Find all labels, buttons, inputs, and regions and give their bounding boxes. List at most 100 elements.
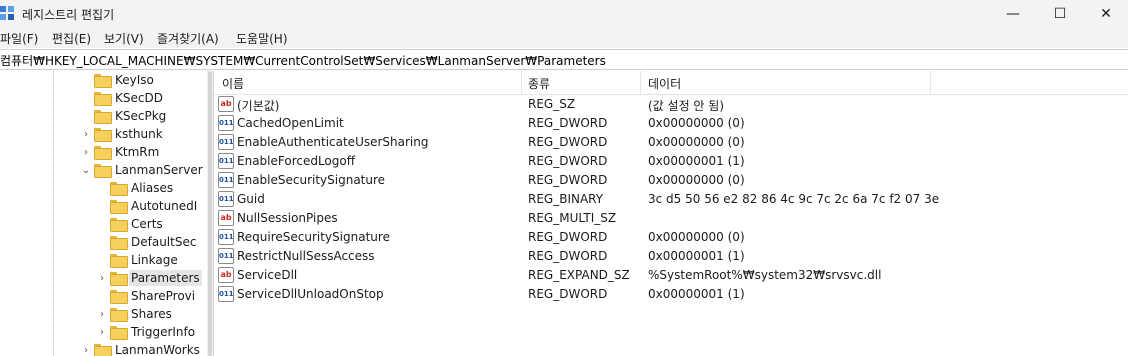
registry-editor-app-icon bbox=[0, 6, 14, 20]
value-data: 0x00000000 (0) bbox=[648, 116, 745, 130]
value-row[interactable]: ab ServiceDll REG_EXPAND_SZ %SystemRoot%₩sy… bbox=[214, 266, 1128, 285]
tree-item-label[interactable]: ksthunk bbox=[113, 126, 165, 142]
tree-item-label[interactable]: Linkage bbox=[129, 252, 180, 268]
tree-item-label[interactable]: ShareProvi bbox=[129, 288, 197, 304]
list-header: 이름 종류 데이터 bbox=[214, 71, 1128, 95]
folder-icon bbox=[110, 308, 128, 322]
binary-value-icon: 011 bbox=[218, 115, 234, 131]
column-separator[interactable] bbox=[640, 71, 641, 95]
value-type: REG_DWORD bbox=[528, 116, 608, 130]
binary-value-icon: 011 bbox=[218, 191, 234, 207]
tree-item-label[interactable]: LanmanServer bbox=[113, 162, 205, 178]
tree-item[interactable]: › ksthunk bbox=[0, 125, 207, 143]
expand-arrow-icon[interactable]: › bbox=[80, 127, 92, 141]
menu-file[interactable]: 파일(F) bbox=[0, 30, 38, 47]
tree-item-label[interactable]: Certs bbox=[129, 216, 165, 232]
tree-item[interactable]: Aliases bbox=[0, 179, 207, 197]
address-path[interactable]: 컴퓨터₩HKEY_LOCAL_MACHINE₩SYSTEM₩CurrentCon… bbox=[0, 52, 606, 69]
value-row[interactable]: 011 ServiceDllUnloadOnStop REG_DWORD 0x0000… bbox=[214, 285, 1128, 304]
values-list[interactable]: 이름 종류 데이터 ab (기본값) REG_SZ (값 설정 안 됨) 011 Cach… bbox=[214, 71, 1128, 356]
tree-item[interactable]: KeyIso bbox=[0, 71, 207, 89]
tree-item[interactable]: KSecPkg bbox=[0, 107, 207, 125]
value-name: ServiceDll bbox=[237, 268, 298, 282]
tree-item-label[interactable]: TriggerInfo bbox=[129, 324, 197, 340]
value-row[interactable]: 011 Guid REG_BINARY 3c d5 50 56 e2 82 86 4c… bbox=[214, 190, 1128, 209]
tree-item-label[interactable]: KSecDD bbox=[113, 90, 165, 106]
column-separator[interactable] bbox=[930, 71, 931, 95]
tree-item[interactable]: › Shares bbox=[0, 305, 207, 323]
binary-value-icon: 011 bbox=[218, 134, 234, 150]
binary-value-icon: 011 bbox=[218, 172, 234, 188]
tree-scrollbar-thumb[interactable] bbox=[208, 71, 212, 356]
menu-edit[interactable]: 편집(E) bbox=[52, 30, 91, 47]
tree-item[interactable]: › LanmanWorks bbox=[0, 341, 207, 356]
tree-item-label[interactable]: KeyIso bbox=[113, 72, 156, 88]
tree-item[interactable]: › KtmRm bbox=[0, 143, 207, 161]
tree-item[interactable]: Certs bbox=[0, 215, 207, 233]
address-bar[interactable]: 컴퓨터₩HKEY_LOCAL_MACHINE₩SYSTEM₩CurrentCon… bbox=[0, 49, 1128, 70]
column-header-name[interactable]: 이름 bbox=[222, 75, 244, 92]
value-type: REG_EXPAND_SZ bbox=[528, 268, 630, 282]
folder-icon bbox=[110, 182, 128, 196]
value-row[interactable]: ab NullSessionPipes REG_MULTI_SZ bbox=[214, 209, 1128, 228]
value-row[interactable]: 011 RestrictNullSessAccess REG_DWORD 0x0000… bbox=[214, 247, 1128, 266]
value-data: 0x00000000 (0) bbox=[648, 173, 745, 187]
value-name: ServiceDllUnloadOnStop bbox=[237, 287, 384, 301]
value-row[interactable]: 011 EnableForcedLogoff REG_DWORD 0x00000001… bbox=[214, 152, 1128, 171]
binary-value-icon: 011 bbox=[218, 248, 234, 264]
collapse-arrow-icon[interactable]: ⌄ bbox=[80, 163, 92, 177]
folder-icon bbox=[110, 272, 128, 286]
folder-icon bbox=[94, 344, 112, 356]
tree-item[interactable]: ⌄ LanmanServer bbox=[0, 161, 207, 179]
registry-tree[interactable]: KeyIso KSecDD KSecPkg › ksthunk › KtmRm ⌄ Lanman… bbox=[0, 71, 207, 356]
folder-icon bbox=[110, 236, 128, 250]
value-data: 3c d5 50 56 e2 82 86 4c 9c 7c 2c 6a 7c f… bbox=[648, 192, 940, 206]
value-row[interactable]: ab (기본값) REG_SZ (값 설정 안 됨) bbox=[214, 95, 1128, 114]
close-button[interactable]: ✕ bbox=[1083, 0, 1128, 28]
value-row[interactable]: 011 EnableAuthenticateUserSharing REG_DWOR… bbox=[214, 133, 1128, 152]
tree-item[interactable]: AutotunedI bbox=[0, 197, 207, 215]
tree-item[interactable]: › Parameters bbox=[0, 269, 207, 287]
tree-item-label[interactable]: AutotunedI bbox=[129, 198, 199, 214]
folder-icon bbox=[94, 74, 112, 88]
tree-item-label[interactable]: KSecPkg bbox=[113, 108, 168, 124]
tree-item-label[interactable]: Shares bbox=[129, 306, 174, 322]
expand-arrow-icon[interactable]: › bbox=[96, 325, 108, 339]
column-header-type[interactable]: 종류 bbox=[528, 75, 550, 92]
expand-arrow-icon[interactable]: › bbox=[80, 145, 92, 159]
tree-item[interactable]: KSecDD bbox=[0, 89, 207, 107]
binary-value-icon: 011 bbox=[218, 153, 234, 169]
tree-item-label[interactable]: LanmanWorks bbox=[113, 342, 202, 356]
expand-arrow-icon[interactable]: › bbox=[80, 343, 92, 356]
value-row[interactable]: 011 EnableSecuritySignature REG_DWORD 0x000… bbox=[214, 171, 1128, 190]
folder-icon bbox=[94, 92, 112, 106]
column-header-data[interactable]: 데이터 bbox=[648, 75, 681, 92]
menu-help[interactable]: 도움말(H) bbox=[236, 30, 288, 47]
tree-item[interactable]: DefaultSec bbox=[0, 233, 207, 251]
expand-arrow-icon[interactable]: › bbox=[96, 271, 108, 285]
tree-item[interactable]: ShareProvi bbox=[0, 287, 207, 305]
tree-item-label[interactable]: Aliases bbox=[129, 180, 175, 196]
menu-view[interactable]: 보기(V) bbox=[104, 30, 144, 47]
window-title: 레지스트리 편집기 bbox=[22, 8, 115, 22]
value-data: 0x00000001 (1) bbox=[648, 287, 745, 301]
tree-item-label[interactable]: DefaultSec bbox=[129, 234, 198, 250]
tree-item[interactable]: › TriggerInfo bbox=[0, 323, 207, 341]
menu-bar: 파일(F) 편집(E) 보기(V) 즐겨찾기(A) 도움말(H) bbox=[0, 28, 1128, 48]
column-separator[interactable] bbox=[521, 71, 522, 95]
value-type: REG_DWORD bbox=[528, 287, 608, 301]
value-data: (값 설정 안 됨) bbox=[648, 99, 725, 113]
tree-item[interactable]: Linkage bbox=[0, 251, 207, 269]
folder-icon bbox=[110, 326, 128, 340]
value-row[interactable]: 011 CachedOpenLimit REG_DWORD 0x00000000 (0… bbox=[214, 114, 1128, 133]
folder-icon bbox=[110, 200, 128, 214]
menu-favorites[interactable]: 즐겨찾기(A) bbox=[157, 30, 219, 47]
string-value-icon: ab bbox=[218, 96, 234, 112]
tree-item-label[interactable]: Parameters bbox=[129, 270, 202, 286]
value-name: (기본값) bbox=[237, 99, 280, 113]
minimize-button[interactable]: — bbox=[990, 0, 1036, 28]
tree-item-label[interactable]: KtmRm bbox=[113, 144, 161, 160]
maximize-button[interactable]: ☐ bbox=[1037, 0, 1083, 28]
value-row[interactable]: 011 RequireSecuritySignature REG_DWORD 0x00… bbox=[214, 228, 1128, 247]
expand-arrow-icon[interactable]: › bbox=[96, 307, 108, 321]
